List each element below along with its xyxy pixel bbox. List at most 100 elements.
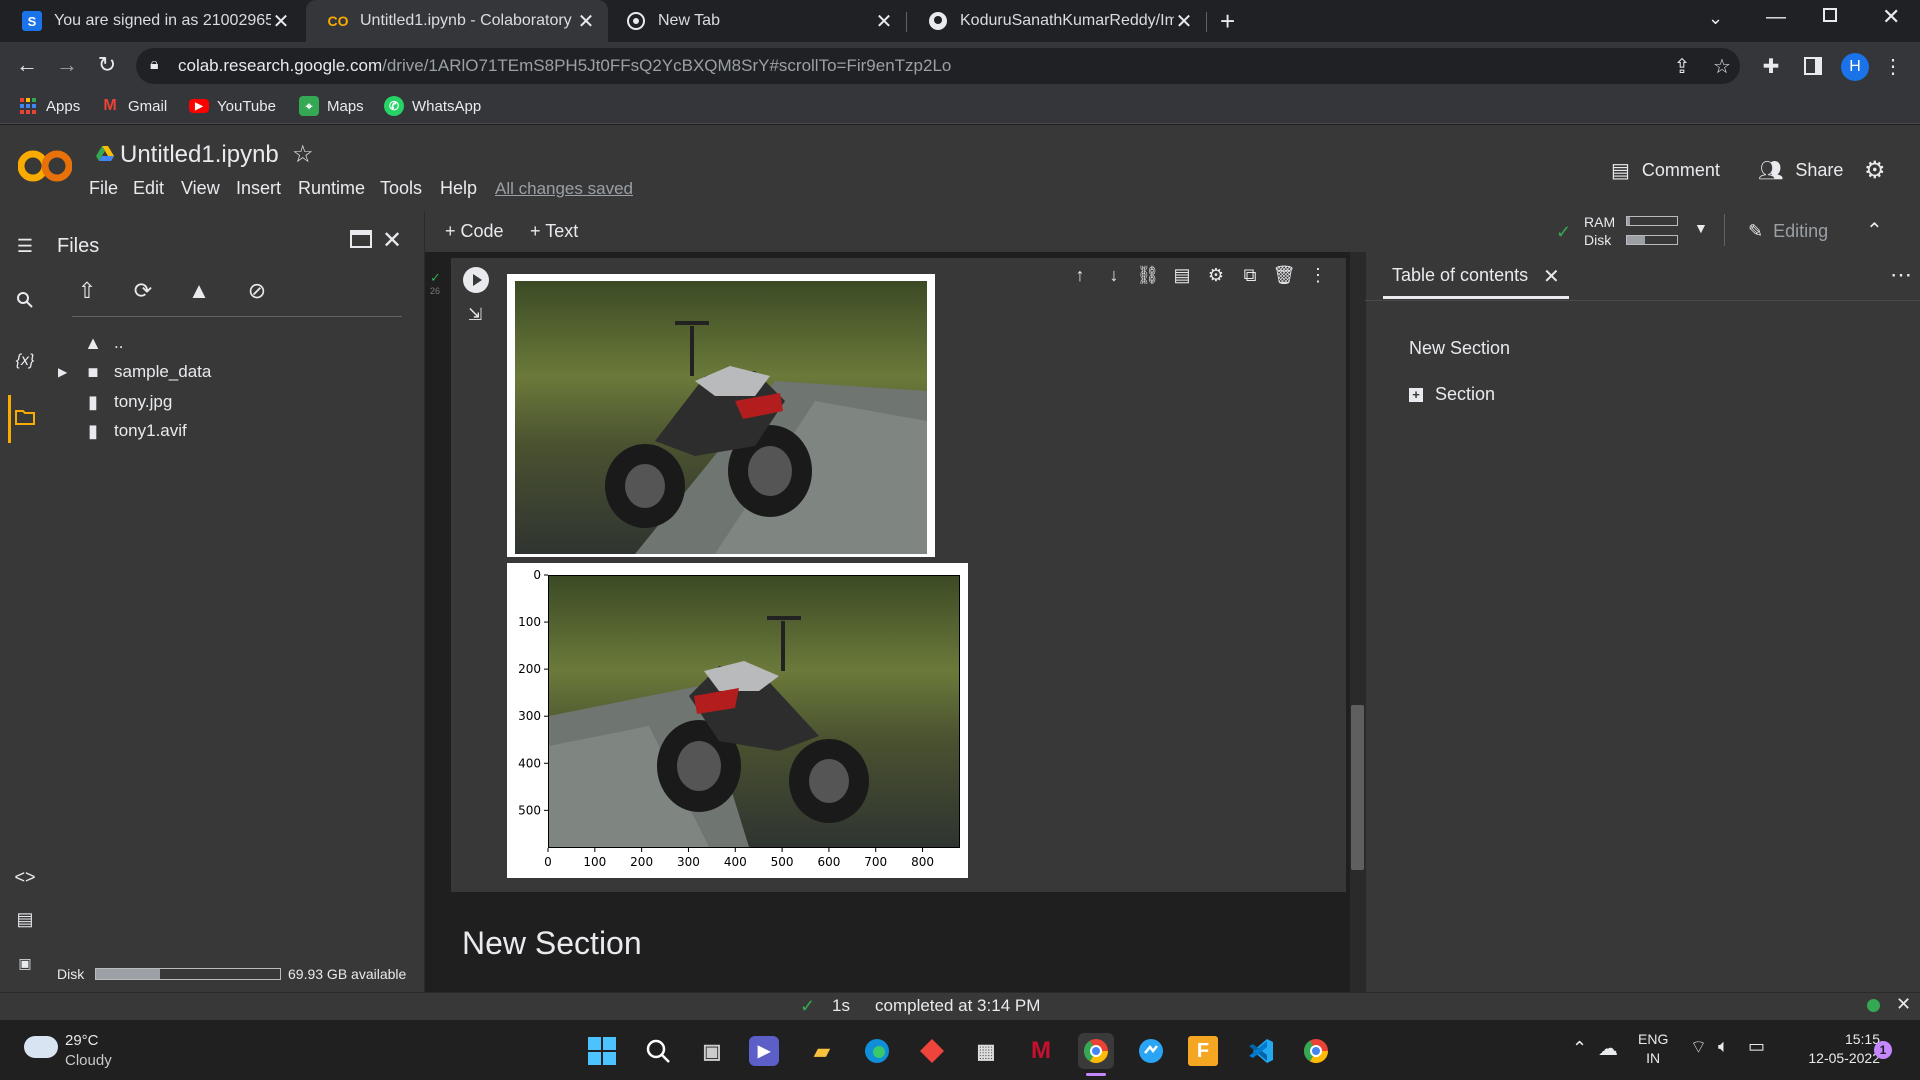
taskbar-search-icon[interactable] [640, 1033, 676, 1069]
mirror-cell-icon[interactable]: ⧉ [1238, 262, 1262, 288]
file-item-sample-data[interactable]: ■ sample_data [82, 359, 212, 385]
notebook-title[interactable]: Untitled1.ipynb [120, 141, 279, 169]
resources-indicator[interactable]: RAM Disk [1584, 213, 1615, 249]
bookmark-star-icon[interactable]: ☆ [1709, 54, 1735, 80]
collapse-header-chevron-icon[interactable]: ⌃ [1866, 218, 1883, 243]
show-hidden-icons-chevron-icon[interactable]: ⌃ [1572, 1038, 1587, 1059]
settings-gear-icon[interactable]: ⚙ [1864, 156, 1886, 184]
share-page-icon[interactable]: ⇪ [1669, 54, 1695, 80]
browser-menu-kebab-icon[interactable]: ⋮ [1880, 54, 1906, 80]
mount-drive-icon[interactable]: ▲ [184, 278, 214, 308]
add-code-button[interactable]: + Code [445, 221, 504, 242]
open-in-tab-icon[interactable] [350, 230, 372, 248]
folder-icon[interactable] [12, 406, 38, 432]
address-bar[interactable]: colab.research.google.com/drive/1ARlO71T… [136, 48, 1740, 84]
menu-view[interactable]: View [181, 178, 220, 199]
star-icon[interactable]: ☆ [292, 140, 314, 169]
side-panel-icon[interactable] [1804, 57, 1822, 75]
delete-trash-icon[interactable]: 🗑︎ [1272, 262, 1296, 288]
hide-files-eye-icon[interactable]: ⊘ [242, 278, 272, 308]
toc-item-new-section[interactable]: New Section [1409, 338, 1510, 359]
move-up-arrow-icon[interactable]: ↑ [1068, 262, 1092, 288]
file-item-parent[interactable]: ▲ .. [82, 330, 123, 356]
forward-arrow-icon[interactable]: → [52, 50, 82, 80]
menu-tools[interactable]: Tools [380, 178, 422, 199]
notebook-scrollbar[interactable] [1350, 252, 1365, 992]
refresh-folder-icon[interactable]: ⟳ [128, 278, 158, 308]
tab-search-chevron-icon[interactable]: ⌄ [1708, 8, 1723, 29]
scrollbar-thumb[interactable] [1351, 705, 1364, 870]
link-icon[interactable]: ⛓ [1136, 262, 1160, 288]
close-icon[interactable]: ✕ [271, 9, 291, 34]
more-kebab-icon[interactable]: ⋮ [1306, 262, 1330, 288]
chrome-profile-icon[interactable] [1298, 1033, 1334, 1069]
task-view-icon[interactable]: ▣ [694, 1033, 730, 1069]
tab-signed-in[interactable]: S You are signed in as 21002965 ✕ [0, 0, 303, 42]
share-button[interactable]: 👥︎ Share [1758, 156, 1843, 184]
toc-more-icon[interactable]: ⋯ [1890, 262, 1912, 288]
battery-icon[interactable]: ▭ [1748, 1036, 1765, 1057]
window-close-icon[interactable]: ✕ [1882, 4, 1900, 30]
variables-icon[interactable]: {x} [12, 348, 38, 374]
close-panel-icon[interactable]: ✕ [382, 226, 402, 255]
save-status[interactable]: All changes saved [495, 179, 633, 199]
chrome-taskbar-icon[interactable] [1078, 1033, 1114, 1069]
bookmark-apps[interactable]: Apps [18, 94, 80, 118]
close-toc-icon[interactable]: ✕ [1543, 264, 1560, 289]
table-of-contents-icon[interactable]: ☰ [12, 233, 38, 259]
tab-github[interactable]: KoduruSanathKumarReddy/Imag ✕ [906, 0, 1206, 42]
restore-icon[interactable] [1823, 8, 1837, 22]
tab-new-tab[interactable]: New Tab ✕ [604, 0, 906, 42]
menu-help[interactable]: Help [440, 178, 477, 199]
wifi-icon[interactable]: ⌔ [1690, 1036, 1707, 1059]
profile-avatar[interactable]: H [1841, 53, 1869, 81]
minimize-icon[interactable]: — [1766, 6, 1786, 29]
office-f-app-icon[interactable]: F [1188, 1036, 1218, 1066]
bookmark-whatsapp[interactable]: ✆ WhatsApp [384, 94, 481, 118]
clock[interactable]: 15:15 12-05-2022 [1780, 1030, 1880, 1068]
messenger-app-icon[interactable] [1133, 1033, 1169, 1069]
close-icon[interactable]: ✕ [874, 9, 894, 34]
reload-icon[interactable]: ↻ [92, 50, 122, 80]
code-snippets-icon[interactable]: <> [12, 864, 38, 890]
section-heading[interactable]: New Section [462, 925, 642, 962]
colab-logo[interactable] [17, 148, 73, 184]
editing-mode-button[interactable]: ✎ Editing [1748, 221, 1828, 242]
file-item-tony1-avif[interactable]: ▮ tony1.avif [82, 418, 187, 444]
onedrive-cloud-icon[interactable]: ☁ [1598, 1036, 1618, 1061]
language-indicator[interactable]: ENG IN [1638, 1030, 1668, 1068]
terminal-icon[interactable]: ▣ [12, 950, 38, 976]
menu-file[interactable]: File [89, 178, 118, 199]
expand-plus-icon[interactable]: + [1409, 387, 1423, 402]
move-down-arrow-icon[interactable]: ↓ [1102, 262, 1126, 288]
file-item-tony-jpg[interactable]: ▮ tony.jpg [82, 389, 172, 415]
toc-title[interactable]: Table of contents [1392, 265, 1528, 286]
weather-temperature[interactable]: 29°C [65, 1032, 99, 1049]
comment-button[interactable]: ▤ Comment [1611, 156, 1720, 184]
cell-settings-gear-icon[interactable]: ⚙ [1204, 262, 1228, 288]
resources-dropdown-icon[interactable]: ▼ [1694, 220, 1708, 236]
upload-file-icon[interactable]: ⇧ [72, 278, 102, 308]
extensions-puzzle-icon[interactable]: ✚ [1758, 54, 1784, 80]
menu-insert[interactable]: Insert [236, 178, 281, 199]
anydesk-icon[interactable] [914, 1033, 950, 1069]
close-icon[interactable]: ✕ [1174, 9, 1194, 34]
tab-colab[interactable]: CO Untitled1.ipynb - Colaboratory ✕ [306, 0, 608, 42]
toc-item-section[interactable]: + Section [1409, 384, 1495, 405]
bookmark-youtube[interactable]: ▶ YouTube [189, 94, 276, 118]
bookmark-maps[interactable]: ⌖ Maps [299, 94, 364, 118]
close-status-icon[interactable]: ✕ [1896, 994, 1911, 1015]
vscode-icon[interactable] [1243, 1033, 1279, 1069]
teams-chat-icon[interactable]: ▶ [749, 1036, 779, 1066]
bookmark-gmail[interactable]: M Gmail [100, 94, 167, 118]
comment-icon[interactable]: ▤ [1170, 262, 1194, 288]
expand-arrow-icon[interactable]: ▶ [58, 365, 67, 379]
speaker-muted-icon[interactable]: 🔈︎ [1718, 1036, 1729, 1057]
command-palette-icon[interactable]: ▤ [12, 906, 38, 932]
add-text-button[interactable]: + Text [530, 221, 578, 242]
microsoft-store-icon[interactable]: ▦ [968, 1033, 1004, 1069]
status-message[interactable]: completed at 3:14 PM [875, 996, 1040, 1016]
clear-output-icon[interactable]: ⇲ [468, 305, 482, 325]
windows-start-icon[interactable] [584, 1033, 620, 1069]
file-explorer-icon[interactable]: ▰ [804, 1033, 840, 1069]
